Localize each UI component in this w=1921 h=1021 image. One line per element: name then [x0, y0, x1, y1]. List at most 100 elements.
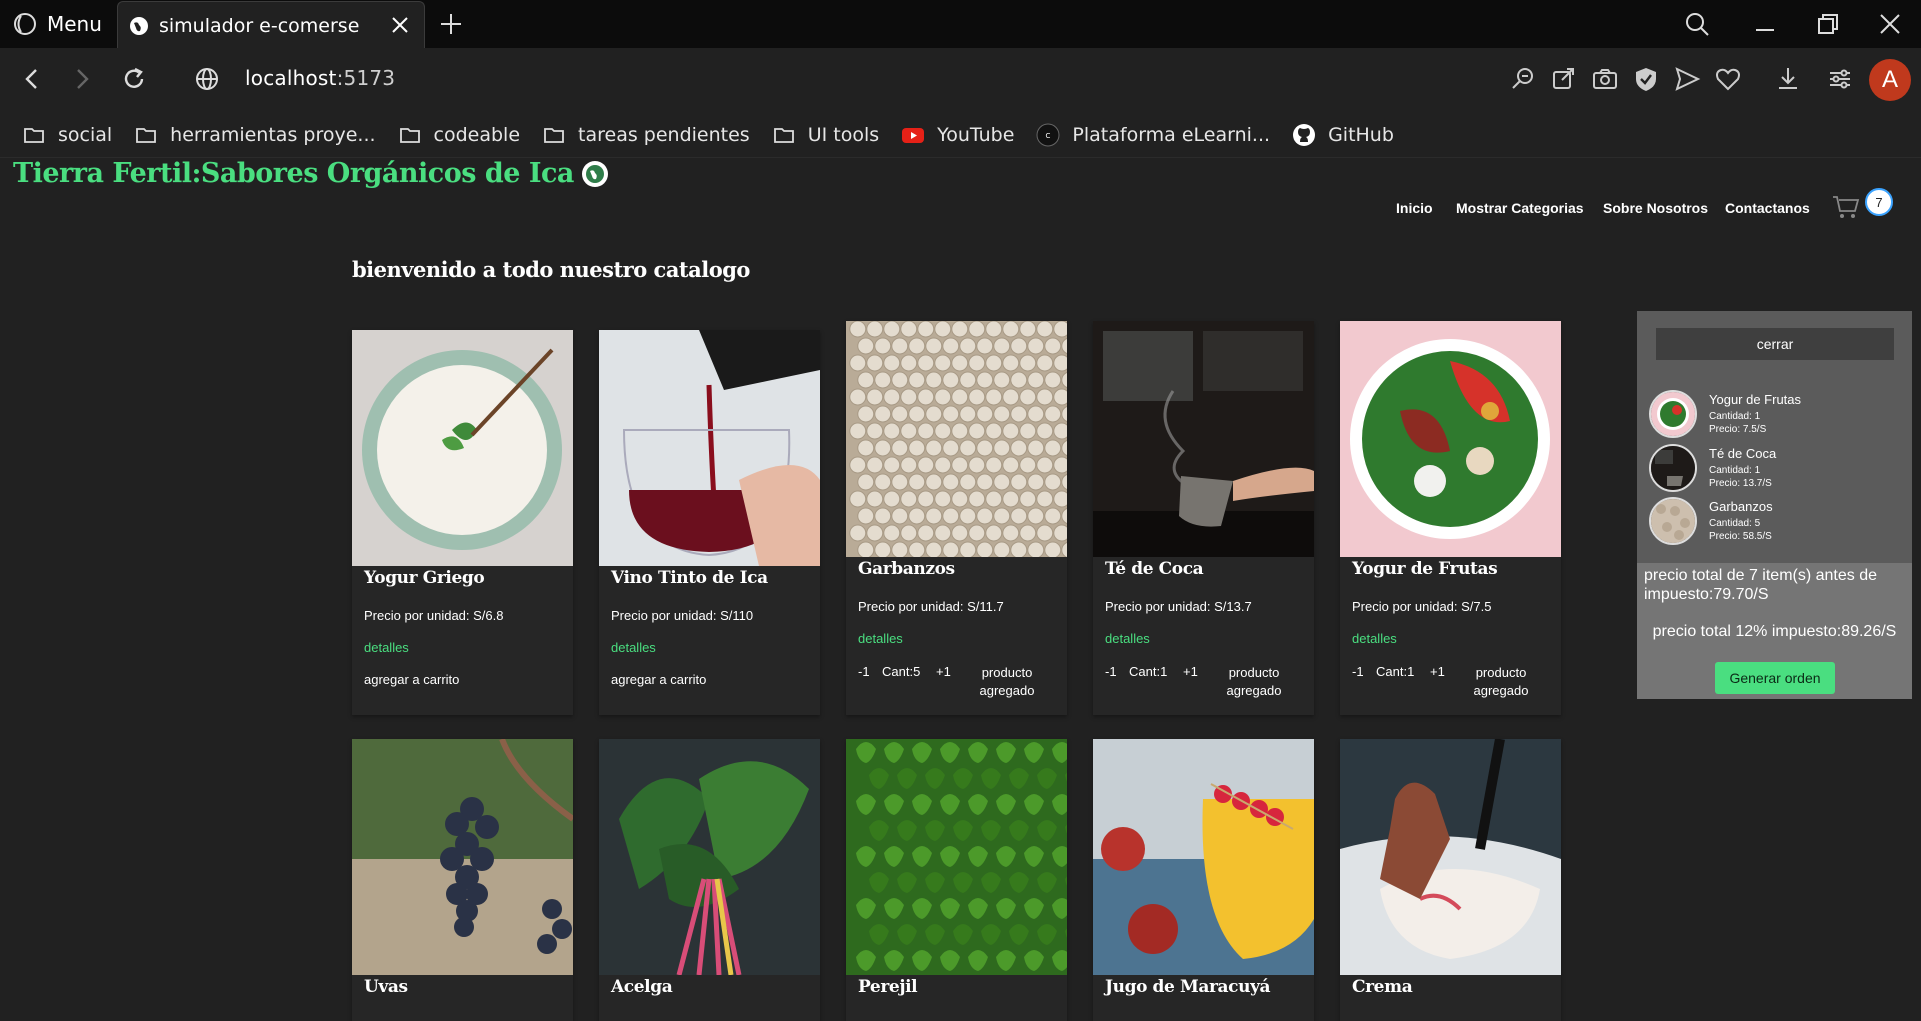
url-field[interactable]: localhost:5173 — [245, 66, 395, 90]
cart-item: Garbanzos Cantidad: 5 Precio: 58.5/S — [1649, 497, 1899, 549]
bookmark-item[interactable]: social — [22, 123, 112, 147]
quantity-controls: -1 Cant:5 +1 producto agregado — [846, 646, 1067, 706]
send-icon[interactable] — [1672, 64, 1702, 94]
forward-icon[interactable] — [67, 64, 97, 94]
product-card-yogur-de-frutas: Yogur de Frutas Precio por unidad: S/7.5… — [1340, 321, 1561, 715]
increment-button[interactable]: +1 — [1183, 664, 1198, 679]
decrement-button[interactable]: -1 — [858, 664, 870, 679]
added-status: producto agregado — [1226, 665, 1282, 698]
cart-icon[interactable] — [1831, 191, 1861, 221]
bookmark-item[interactable]: GitHub — [1292, 123, 1394, 147]
site-title[interactable]: Tierra Fertil:Sabores Orgánicos de Ica — [13, 158, 608, 189]
close-cart-button[interactable]: cerrar — [1656, 328, 1894, 360]
cart-item-price: Precio: 13.7/S — [1709, 478, 1772, 489]
product-details-link[interactable]: detalles — [846, 614, 1067, 646]
snapshot-icon[interactable] — [1590, 64, 1620, 94]
cart-item: Té de Coca Cantidad: 1 Precio: 13.7/S — [1649, 444, 1899, 496]
product-details-link[interactable]: detalles — [1093, 614, 1314, 646]
product-name: Uvas — [364, 977, 408, 997]
zoom-icon[interactable] — [1508, 64, 1538, 94]
restore-icon[interactable] — [1814, 10, 1842, 38]
product-name: Vino Tinto de Ica — [611, 568, 768, 588]
share-icon[interactable] — [1549, 64, 1579, 94]
cart-item-price: Precio: 58.5/S — [1709, 531, 1772, 542]
close-tab-icon[interactable] — [388, 13, 412, 37]
product-card-te-de-coca: Té de Coca Precio por unidad: S/13.7 det… — [1093, 321, 1314, 715]
nav-sobre-nosotros[interactable]: Sobre Nosotros — [1603, 200, 1708, 216]
folder-icon — [544, 127, 564, 143]
product-card-vino-tinto: Vino Tinto de Ica Precio por unidad: S/1… — [599, 330, 820, 715]
heart-icon[interactable] — [1713, 64, 1743, 94]
bookmark-label: codeable — [433, 123, 521, 146]
product-image — [1093, 739, 1314, 975]
generate-order-button[interactable]: Generar orden — [1715, 662, 1835, 694]
product-card-uvas: Uvas — [352, 739, 573, 1021]
cart-panel: cerrar Yogur de Frutas Cantidad: 1 Precio… — [1637, 311, 1912, 699]
back-icon[interactable] — [17, 64, 47, 94]
add-to-cart-button[interactable]: agregar a carrito — [352, 655, 573, 687]
product-image — [352, 739, 573, 975]
nav-contactanos[interactable]: Contactanos — [1725, 200, 1810, 216]
quantity-value: Cant:1 — [1129, 664, 1168, 679]
product-image — [599, 739, 820, 975]
new-tab-icon[interactable] — [437, 10, 465, 38]
bookmark-label: herramientas proye... — [170, 123, 376, 146]
adblock-shield-icon[interactable] — [1631, 64, 1661, 94]
browser-tab-active[interactable]: simulador e-comerse — [117, 1, 425, 49]
product-image — [846, 739, 1067, 975]
cart-item-price: Precio: 7.5/S — [1709, 424, 1767, 435]
codea-icon: C — [1036, 123, 1060, 146]
bookmark-item[interactable]: codeable — [398, 123, 521, 147]
product-details-link[interactable]: detalles — [352, 623, 573, 655]
url-host: localhost — [245, 66, 337, 90]
cart-count-badge[interactable]: 7 — [1865, 188, 1893, 216]
bookmark-label: GitHub — [1328, 123, 1394, 146]
product-details-link[interactable]: detalles — [599, 623, 820, 655]
added-status: producto agregado — [1473, 665, 1529, 698]
nav-inicio[interactable]: Inicio — [1396, 200, 1433, 216]
nav-mostrar-categorias[interactable]: Mostrar Categorias — [1456, 200, 1584, 216]
cart-item-qty: Cantidad: 1 — [1709, 411, 1761, 422]
bookmark-label: YouTube — [937, 123, 1015, 146]
cart-item-meta: Cantidad: 1 Precio: 7.5/S — [1709, 410, 1766, 436]
github-icon — [1293, 123, 1316, 146]
reload-icon[interactable] — [119, 64, 149, 94]
bookmark-label: UI tools — [807, 123, 880, 146]
cart-item: Yogur de Frutas Cantidad: 1 Precio: 7.5/S — [1649, 390, 1899, 442]
bookmark-item[interactable]: UI tools — [772, 123, 879, 147]
address-bar: localhost:5173 A — [0, 48, 1921, 112]
product-image — [1340, 739, 1561, 975]
increment-button[interactable]: +1 — [1430, 664, 1445, 679]
url-port: :5173 — [336, 66, 396, 90]
site-title-text: Tierra Fertil:Sabores Orgánicos de Ica — [13, 158, 574, 189]
globe-logo-icon — [581, 160, 608, 187]
decrement-button[interactable]: -1 — [1105, 664, 1117, 679]
add-to-cart-button[interactable]: agregar a carrito — [599, 655, 820, 687]
decrement-button[interactable]: -1 — [1352, 664, 1364, 679]
cart-item-qty: Cantidad: 1 — [1709, 465, 1761, 476]
product-card-jugo-de-maracuya: Jugo de Maracuyá — [1093, 739, 1314, 1021]
bookmark-label: tareas pendientes — [578, 123, 750, 146]
bookmark-item[interactable]: C Plataforma eLearni... — [1036, 123, 1270, 147]
product-details-link[interactable]: detalles — [1340, 614, 1561, 646]
cart-item-name: Garbanzos — [1709, 499, 1773, 514]
profile-avatar[interactable]: A — [1869, 59, 1911, 101]
close-window-icon[interactable] — [1876, 10, 1904, 38]
download-icon[interactable] — [1773, 64, 1803, 94]
settings-sliders-icon[interactable] — [1825, 64, 1855, 94]
search-tabs-icon[interactable] — [1683, 10, 1711, 38]
browser-menu-button[interactable]: Menu — [12, 10, 102, 38]
cart-item-thumbnail — [1649, 497, 1697, 545]
increment-button[interactable]: +1 — [936, 664, 951, 679]
minimize-icon[interactable] — [1751, 10, 1779, 38]
cart-item-meta: Cantidad: 5 Precio: 58.5/S — [1709, 517, 1772, 543]
opera-logo-icon — [14, 13, 36, 35]
bookmark-item[interactable]: herramientas proye... — [134, 123, 376, 147]
site-info-icon[interactable] — [192, 64, 222, 94]
product-name: Perejil — [858, 977, 918, 997]
bookmark-item[interactable]: YouTube — [901, 123, 1014, 147]
folder-icon — [136, 127, 157, 143]
product-name: Yogur de Frutas — [1352, 559, 1498, 579]
bookmark-item[interactable]: tareas pendientes — [542, 123, 750, 147]
product-card-acelga: Acelga — [599, 739, 820, 1021]
